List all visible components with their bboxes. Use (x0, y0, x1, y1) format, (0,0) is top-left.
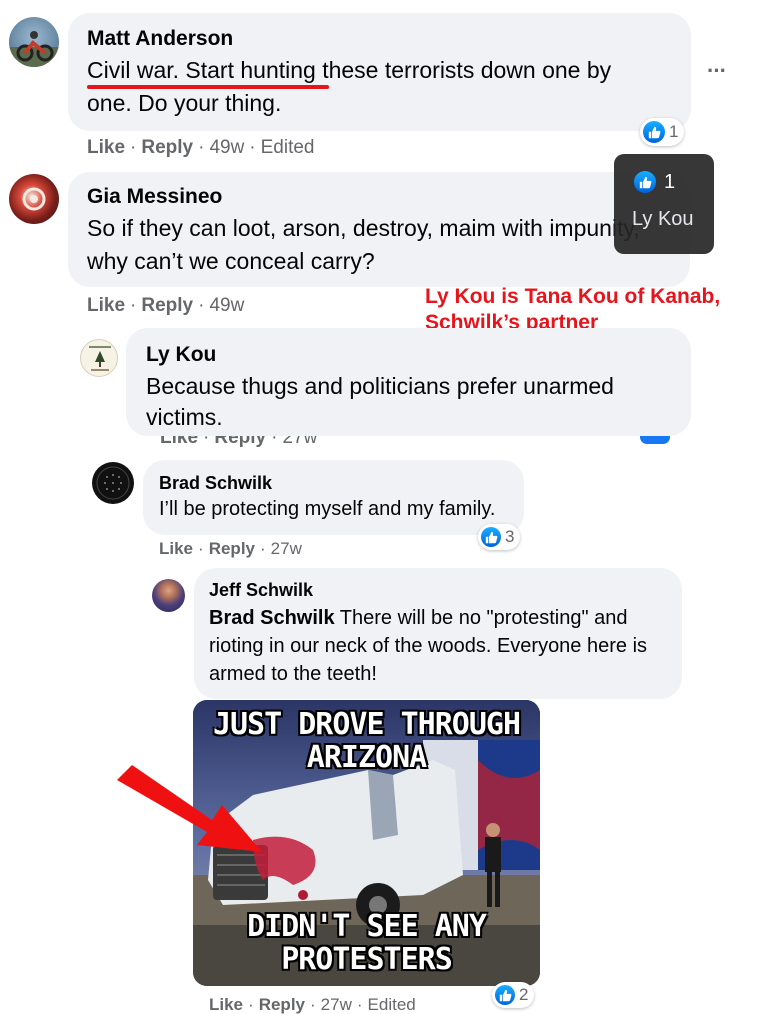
like-reaction-icon (634, 171, 656, 193)
meme-text-line: PROTESTERS (281, 942, 453, 977)
comment-actions: Like · Reply · 27w (160, 436, 317, 448)
reaction-count[interactable]: 3 (478, 524, 521, 550)
reaction-number: 1 (669, 122, 679, 141)
timestamp[interactable]: 27w (282, 436, 317, 448)
avatar[interactable] (92, 462, 134, 504)
comment-text: Civil war. Start hunting these terrorist… (87, 57, 612, 83)
tooltip-name: Ly Kou (632, 208, 694, 230)
like-link[interactable]: Like (87, 295, 125, 316)
comment-text: I’ll be protecting myself and my family. (159, 498, 496, 520)
red-arrow-icon (117, 765, 262, 852)
comment-text-part: There will be no "protesting" and (334, 607, 628, 629)
annotation-line: Ly Kou is Tana Kou of Kanab, (425, 285, 721, 308)
comment-text: Brad Schwilk There will be no "protestin… (209, 607, 628, 630)
like-reaction-icon (643, 121, 665, 143)
reactors-tooltip: 1 Ly Kou (614, 154, 714, 254)
meme-text-line: DIDN'T SEE ANY (247, 909, 487, 944)
tooltip-count: 1 (664, 171, 676, 193)
reply-link[interactable]: Reply (214, 436, 266, 448)
timestamp[interactable]: 49w (209, 295, 244, 316)
timestamp[interactable]: 27w (321, 995, 352, 1014)
comment-author[interactable]: Ly Kou (146, 343, 216, 367)
like-reaction-icon (495, 985, 515, 1005)
like-link[interactable]: Like (209, 995, 243, 1014)
more-options-icon[interactable]: ··· (707, 58, 727, 84)
comment-actions: Like · Reply · 49w (87, 295, 245, 316)
avatar[interactable] (9, 17, 59, 67)
like-link[interactable]: Like (159, 539, 193, 558)
meme-text-line: JUST DROVE THROUGH (212, 707, 521, 742)
mention-link[interactable]: Brad Schwilk (209, 607, 335, 629)
comment-actions: Like · Reply · 49w · Edited (87, 137, 315, 158)
reply-link[interactable]: Reply (259, 995, 305, 1014)
comment-text: one. Do your thing. (87, 90, 282, 116)
comment-actions: Like · Reply · 27w (159, 539, 302, 558)
comment-text: why can’t we conceal carry? (87, 248, 375, 274)
avatar[interactable] (9, 174, 59, 224)
comment-author[interactable]: Jeff Schwilk (209, 580, 313, 601)
comment-text: armed to the teeth! (209, 663, 377, 685)
timestamp[interactable]: 27w (271, 539, 302, 558)
reaction-count[interactable]: 2 (492, 982, 535, 1008)
comment-author[interactable]: Matt Anderson (87, 27, 233, 51)
red-underline (87, 85, 329, 89)
reaction-number: 2 (519, 985, 529, 1004)
avatar[interactable] (80, 339, 118, 377)
reaction-number: 3 (505, 527, 515, 546)
clipped-actions: Like · Reply · 27w (126, 436, 696, 448)
reply-link[interactable]: Reply (141, 137, 193, 158)
comment-author[interactable]: Brad Schwilk (159, 473, 272, 494)
comment-text: So if they can loot, arson, destroy, mai… (87, 215, 640, 241)
comment-text: rioting in our neck of the woods. Everyo… (209, 635, 648, 657)
avatar[interactable] (152, 579, 185, 612)
edited-label: Edited (367, 995, 416, 1014)
comment-actions: Like · Reply · 27w · Edited (209, 995, 416, 1014)
clipped-reaction (640, 436, 670, 444)
timestamp[interactable]: 49w (209, 137, 244, 158)
meme-bottom-text: DIDN'T SEE ANY PROTESTERS (193, 910, 540, 976)
comment-author[interactable]: Gia Messineo (87, 185, 222, 209)
comment-text: victims. (146, 404, 223, 430)
like-reaction-icon (481, 527, 501, 547)
reaction-count[interactable]: 1 (640, 118, 685, 146)
edited-label: Edited (260, 137, 315, 158)
comment-text: Because thugs and politicians prefer una… (146, 373, 614, 399)
reply-link[interactable]: Reply (141, 295, 193, 316)
reply-link[interactable]: Reply (209, 539, 255, 558)
like-link[interactable]: Like (87, 137, 125, 158)
like-link[interactable]: Like (160, 436, 198, 448)
